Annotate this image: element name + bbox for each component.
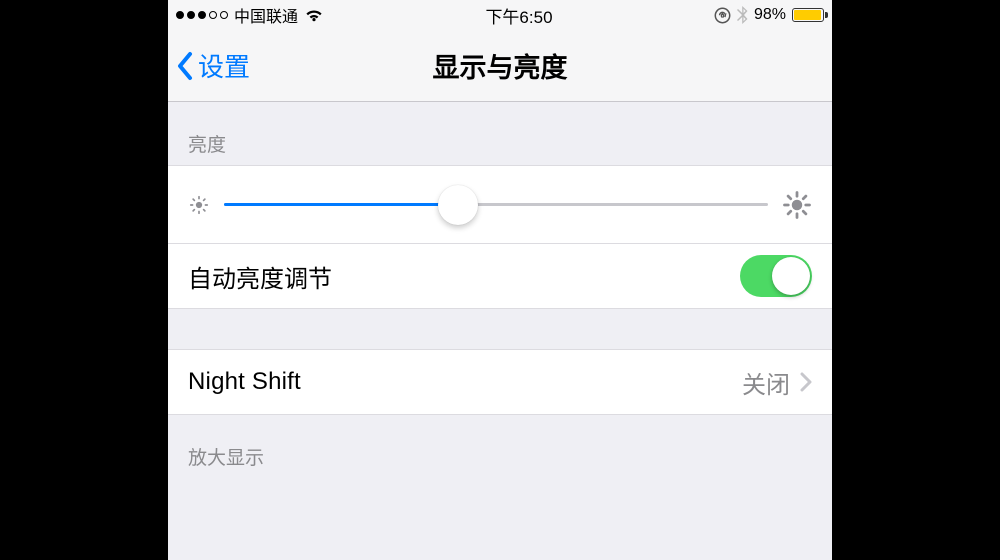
page-title: 显示与亮度	[168, 46, 832, 85]
rotation-lock-icon	[714, 7, 731, 24]
chevron-right-icon	[800, 372, 812, 392]
auto-brightness-toggle[interactable]	[740, 255, 812, 297]
nav-bar: 设置 显示与亮度	[168, 30, 832, 102]
night-shift-group: Night Shift 关闭	[168, 349, 832, 415]
brightness-slider-row	[168, 165, 832, 243]
section-header-zoom: 放大显示	[168, 415, 832, 478]
back-label: 设置	[198, 47, 250, 84]
night-shift-value: 关闭	[742, 365, 790, 400]
status-time: 下午6:50	[485, 3, 552, 28]
auto-brightness-row: 自动亮度调节	[168, 243, 832, 309]
wifi-icon	[304, 8, 324, 22]
battery-percentage: 98%	[754, 6, 786, 24]
bluetooth-icon	[737, 6, 748, 24]
status-bar: 中国联通 下午6:50 98%	[168, 0, 832, 30]
slider-thumb[interactable]	[438, 185, 478, 225]
back-button[interactable]: 设置	[168, 47, 250, 84]
brightness-group: 自动亮度调节	[168, 165, 832, 309]
section-header-brightness: 亮度	[168, 102, 832, 165]
brightness-high-icon	[782, 190, 812, 220]
brightness-low-icon	[188, 194, 210, 216]
signal-strength-icon	[176, 11, 228, 19]
night-shift-label: Night Shift	[188, 368, 301, 396]
chevron-left-icon	[176, 51, 194, 81]
carrier-label: 中国联通	[234, 3, 298, 27]
battery-icon	[792, 8, 824, 22]
night-shift-row[interactable]: Night Shift 关闭	[168, 349, 832, 415]
auto-brightness-label: 自动亮度调节	[188, 259, 332, 294]
brightness-slider[interactable]	[224, 185, 768, 225]
